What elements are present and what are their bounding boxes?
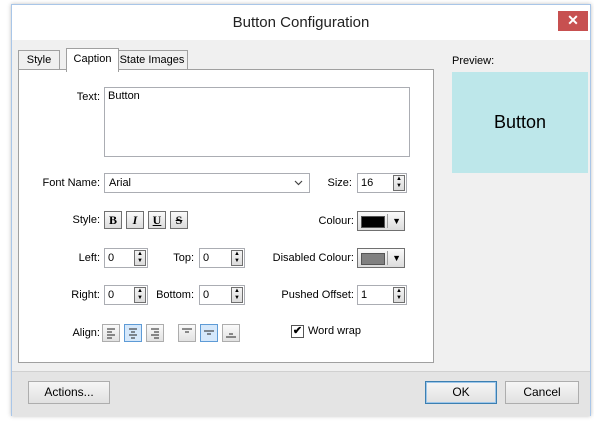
right-label: Right: — [71, 289, 100, 301]
align-middle-button[interactable] — [200, 324, 218, 342]
size-value: 16 — [361, 177, 374, 189]
spin-arrows-icon[interactable]: ▲ ▼ — [134, 250, 146, 266]
word-wrap-checkbox[interactable]: ✔ — [291, 325, 304, 338]
disabled-colour-picker[interactable]: ▼ — [357, 248, 405, 268]
top-spinner[interactable]: 0 ▲ ▼ — [199, 248, 245, 268]
caption-text-area[interactable]: Button — [104, 87, 410, 157]
align-top-button[interactable] — [178, 324, 196, 342]
align-label: Align: — [72, 327, 100, 339]
colour-label: Colour: — [318, 215, 354, 227]
preview-label: Preview: — [452, 55, 495, 67]
divider — [387, 214, 388, 228]
word-wrap-label[interactable]: Word wrap — [308, 323, 361, 339]
align-bottom-button[interactable] — [222, 324, 240, 342]
disabled-colour-swatch — [361, 253, 385, 265]
divider — [387, 251, 388, 265]
pushed-offset-value: 1 — [361, 289, 368, 301]
ok-button[interactable]: OK — [425, 381, 497, 404]
bottom-spinner[interactable]: 0 ▲ ▼ — [199, 285, 245, 305]
left-label: Left: — [78, 252, 100, 264]
dropdown-arrow-icon: ▼ — [392, 253, 401, 263]
tab-style[interactable]: Style — [18, 50, 60, 71]
spin-arrows-icon[interactable]: ▲ ▼ — [231, 287, 243, 303]
tab-state-images[interactable]: State Images — [116, 50, 188, 71]
italic-button[interactable]: I — [126, 211, 144, 229]
cancel-button[interactable]: Cancel — [505, 381, 579, 404]
align-left-icon — [107, 328, 115, 339]
dialog-footer: Actions... OK Cancel — [12, 371, 590, 416]
top-value: 0 — [203, 252, 210, 264]
colour-swatch — [361, 216, 385, 228]
align-center-icon — [129, 328, 137, 339]
align-right-icon — [151, 328, 159, 339]
chevron-down-icon — [294, 175, 303, 192]
size-spinner[interactable]: 16 ▲ ▼ — [357, 173, 407, 193]
text-label: Text: — [76, 91, 100, 103]
font-name-select[interactable]: Arial — [104, 173, 310, 193]
align-right-button[interactable] — [146, 324, 164, 342]
tab-caption[interactable]: Caption — [66, 48, 119, 72]
actions-button[interactable]: Actions... — [28, 381, 110, 404]
spin-arrows-icon[interactable]: ▲ ▼ — [231, 250, 243, 266]
left-spinner[interactable]: 0 ▲ ▼ — [104, 248, 148, 268]
top-label: Top: — [173, 252, 194, 264]
underline-button[interactable]: U — [148, 211, 166, 229]
align-left-button[interactable] — [102, 324, 120, 342]
bottom-label: Bottom: — [156, 289, 194, 301]
spin-arrows-icon[interactable]: ▲ ▼ — [393, 175, 405, 191]
font-name-label: Font Name: — [42, 177, 100, 189]
align-top-icon — [182, 328, 192, 333]
button-configuration-dialog: Button Configuration ✕ Style Caption Sta… — [11, 4, 591, 416]
pushed-offset-label: Pushed Offset: — [281, 289, 354, 301]
spin-arrows-icon[interactable]: ▲ ▼ — [393, 287, 405, 303]
size-label: Size: — [327, 177, 352, 189]
font-name-value: Arial — [109, 177, 132, 189]
bottom-value: 0 — [203, 289, 210, 301]
style-label: Style: — [72, 214, 100, 226]
title-bar: Button Configuration ✕ — [12, 5, 590, 40]
align-bottom-icon — [226, 333, 236, 338]
align-center-button[interactable] — [124, 324, 142, 342]
pushed-offset-spinner[interactable]: 1 ▲ ▼ — [357, 285, 407, 305]
left-value: 0 — [108, 252, 115, 264]
dialog-title: Button Configuration — [232, 14, 370, 31]
strikethrough-button[interactable]: S — [170, 211, 188, 229]
disabled-colour-label: Disabled Colour: — [272, 252, 354, 264]
align-middle-icon — [204, 330, 214, 335]
right-value: 0 — [108, 289, 115, 301]
preview-box: Button — [452, 72, 588, 173]
dropdown-arrow-icon: ▼ — [392, 216, 401, 226]
colour-picker[interactable]: ▼ — [357, 211, 405, 231]
bold-button[interactable]: B — [104, 211, 122, 229]
close-button[interactable]: ✕ — [558, 11, 588, 31]
